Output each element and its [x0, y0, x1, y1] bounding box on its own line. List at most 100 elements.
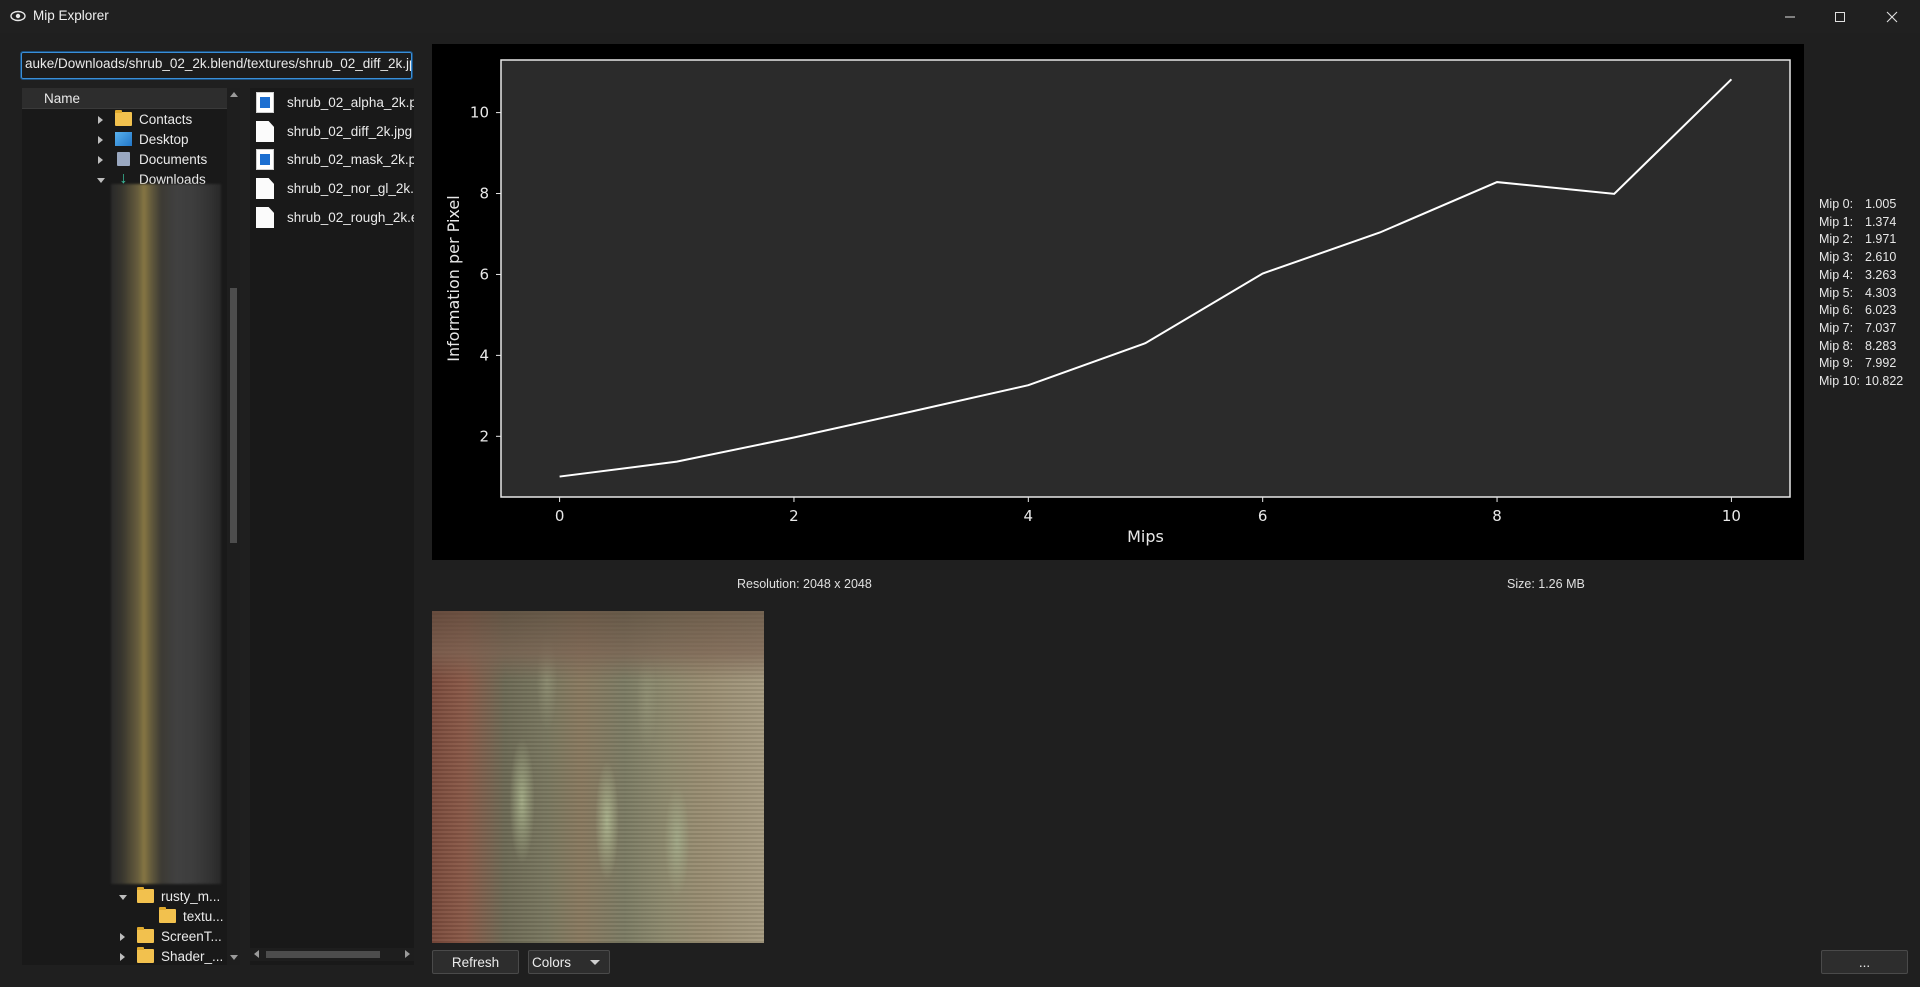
tree-item-contacts[interactable]: Contacts [22, 110, 227, 130]
mip-value: 7.037 [1865, 320, 1897, 335]
y-tick-label: 6 [479, 265, 489, 283]
file-name: shrub_02_mask_2k.png [287, 152, 414, 167]
tree-item-label: Shader_... [161, 949, 224, 964]
resolution-label: Resolution: 2048 x 2048 [737, 577, 872, 591]
maximize-icon [1835, 11, 1845, 22]
mip-value: 1.005 [1865, 197, 1897, 211]
tree-item-label: Contacts [139, 112, 193, 127]
mip-label: Mip 5: [1819, 285, 1854, 300]
mip-chart: 0 2 4 6 8 10 2 4 6 8 10 Mips Information per Pixel [432, 44, 1804, 560]
scrollbar-thumb[interactable] [266, 951, 380, 958]
tree-item-label: rusty_m... [161, 889, 221, 904]
mip-value: 6.023 [1865, 303, 1897, 318]
tree-header-name[interactable]: Name [22, 88, 227, 109]
file-name: shrub_02_rough_2k.exr [287, 210, 414, 225]
window-title: Mip Explorer [33, 8, 109, 23]
mip-label: Mip 8: [1819, 338, 1854, 353]
x-tick-label: 2 [789, 507, 799, 525]
mip-value-row: Mip 3: 2.610 [1819, 249, 1903, 267]
expand-arrow-icon[interactable] [98, 156, 103, 164]
x-axis-label: Mips [1127, 527, 1164, 546]
mip-value-row: Mip 5: 4.303 [1819, 285, 1903, 303]
mip-value: 7.992 [1865, 356, 1897, 371]
minimize-button[interactable] [1766, 0, 1814, 33]
y-axis-label: Information per Pixel [444, 195, 463, 361]
y-tick-label: 4 [479, 346, 489, 364]
refresh-button[interactable]: Refresh [432, 950, 519, 974]
file-item[interactable]: shrub_02_alpha_2k.png [250, 89, 414, 116]
more-button[interactable]: ... [1821, 950, 1908, 974]
mip-label: Mip 9: [1819, 356, 1854, 371]
tree-item-shader[interactable]: Shader_... [22, 947, 227, 967]
mip-value-row: Mip 0: 1.005 [1819, 196, 1903, 214]
folder-icon [137, 887, 154, 903]
tree-vertical-scrollbar[interactable] [227, 88, 240, 965]
mip-label: Mip 3: [1819, 250, 1854, 265]
close-button[interactable] [1868, 0, 1916, 33]
mip-value-row: Mip 10: 10.822 [1819, 373, 1903, 391]
mip-value: 4.303 [1865, 285, 1897, 300]
path-input[interactable]: auke/Downloads/shrub_02_2k.blend/texture… [20, 51, 413, 80]
mip-value-row: Mip 4: 3.263 [1819, 267, 1903, 285]
colors-dropdown-label: Colors [532, 954, 572, 970]
mip-value: 3.263 [1865, 267, 1897, 282]
files-horizontal-scrollbar[interactable] [250, 948, 414, 961]
tree-item-textures[interactable]: textu... [22, 907, 227, 927]
mip-value-row: Mip 2: 1.971 [1819, 231, 1903, 249]
colors-dropdown[interactable]: Colors [528, 950, 610, 974]
mip-value-row: Mip 7: 7.037 [1819, 320, 1903, 338]
expand-arrow-icon[interactable] [120, 953, 125, 961]
image-file-icon [256, 149, 274, 170]
blurred-region [111, 184, 221, 884]
folder-icon [137, 927, 154, 943]
folder-icon [159, 907, 176, 923]
file-name: shrub_02_nor_gl_2k.exr [287, 181, 414, 196]
x-tick-label: 0 [555, 507, 565, 525]
chevron-down-icon [590, 960, 600, 965]
expand-arrow-icon[interactable] [98, 116, 103, 124]
tree-item-documents[interactable]: Documents [22, 150, 227, 170]
scroll-up-icon[interactable] [230, 92, 238, 97]
mip-values-list: Mip 0: 1.005 Mip 1: 1.374 Mip 2: 1.971 Mip 3: 2… [1819, 196, 1903, 391]
folder-icon [115, 110, 132, 126]
file-list[interactable]: shrub_02_alpha_2k.png shrub_02_diff_2k.j… [250, 88, 414, 965]
collapse-arrow-icon[interactable] [97, 178, 105, 183]
tree-item-screent[interactable]: ScreenT... [22, 927, 227, 947]
collapse-arrow-icon[interactable] [119, 895, 127, 900]
expand-arrow-icon[interactable] [120, 933, 125, 941]
file-name: shrub_02_alpha_2k.png [287, 95, 414, 110]
mip-value: 8.283 [1865, 338, 1897, 353]
file-item[interactable]: shrub_02_diff_2k.jpg [250, 118, 414, 145]
file-icon [256, 121, 274, 142]
mip-value-row: Mip 8: 8.283 [1819, 338, 1903, 356]
file-item[interactable]: shrub_02_nor_gl_2k.exr [250, 175, 414, 202]
tree-item-rusty[interactable]: rusty_m... [22, 887, 227, 907]
mip-label: Mip 0: [1819, 197, 1854, 211]
mip-value-row: Mip 6: 6.023 [1819, 302, 1903, 320]
file-name: shrub_02_diff_2k.jpg [287, 124, 413, 139]
size-label: Size: 1.26 MB [1507, 577, 1585, 591]
scroll-right-icon[interactable] [405, 950, 410, 958]
scrollbar-thumb[interactable] [230, 288, 237, 543]
mip-value-row: Mip 9: 7.992 [1819, 355, 1903, 373]
mip-label: Mip 1: [1819, 214, 1854, 229]
documents-icon [117, 152, 130, 166]
y-tick-label: 2 [479, 427, 489, 445]
maximize-button[interactable] [1816, 0, 1864, 33]
eye-icon [10, 10, 26, 22]
file-item[interactable]: shrub_02_rough_2k.exr [250, 204, 414, 231]
tree-header-label: Name [44, 91, 81, 106]
mip-value: 10.822 [1865, 374, 1904, 389]
mip-value-row: Mip 1: 1.374 [1819, 214, 1903, 232]
mip-label: Mip 7: [1819, 320, 1854, 335]
minimize-icon [1785, 16, 1795, 17]
file-item[interactable]: shrub_02_mask_2k.png [250, 146, 414, 173]
x-tick-label: 6 [1258, 507, 1268, 525]
y-tick-label: 10 [470, 104, 489, 122]
mip-value: 2.610 [1865, 250, 1897, 265]
scroll-left-icon[interactable] [254, 950, 259, 958]
x-tick-label: 8 [1492, 507, 1502, 525]
expand-arrow-icon[interactable] [98, 136, 103, 144]
scroll-down-icon[interactable] [230, 955, 238, 960]
tree-item-desktop[interactable]: Desktop [22, 130, 227, 150]
